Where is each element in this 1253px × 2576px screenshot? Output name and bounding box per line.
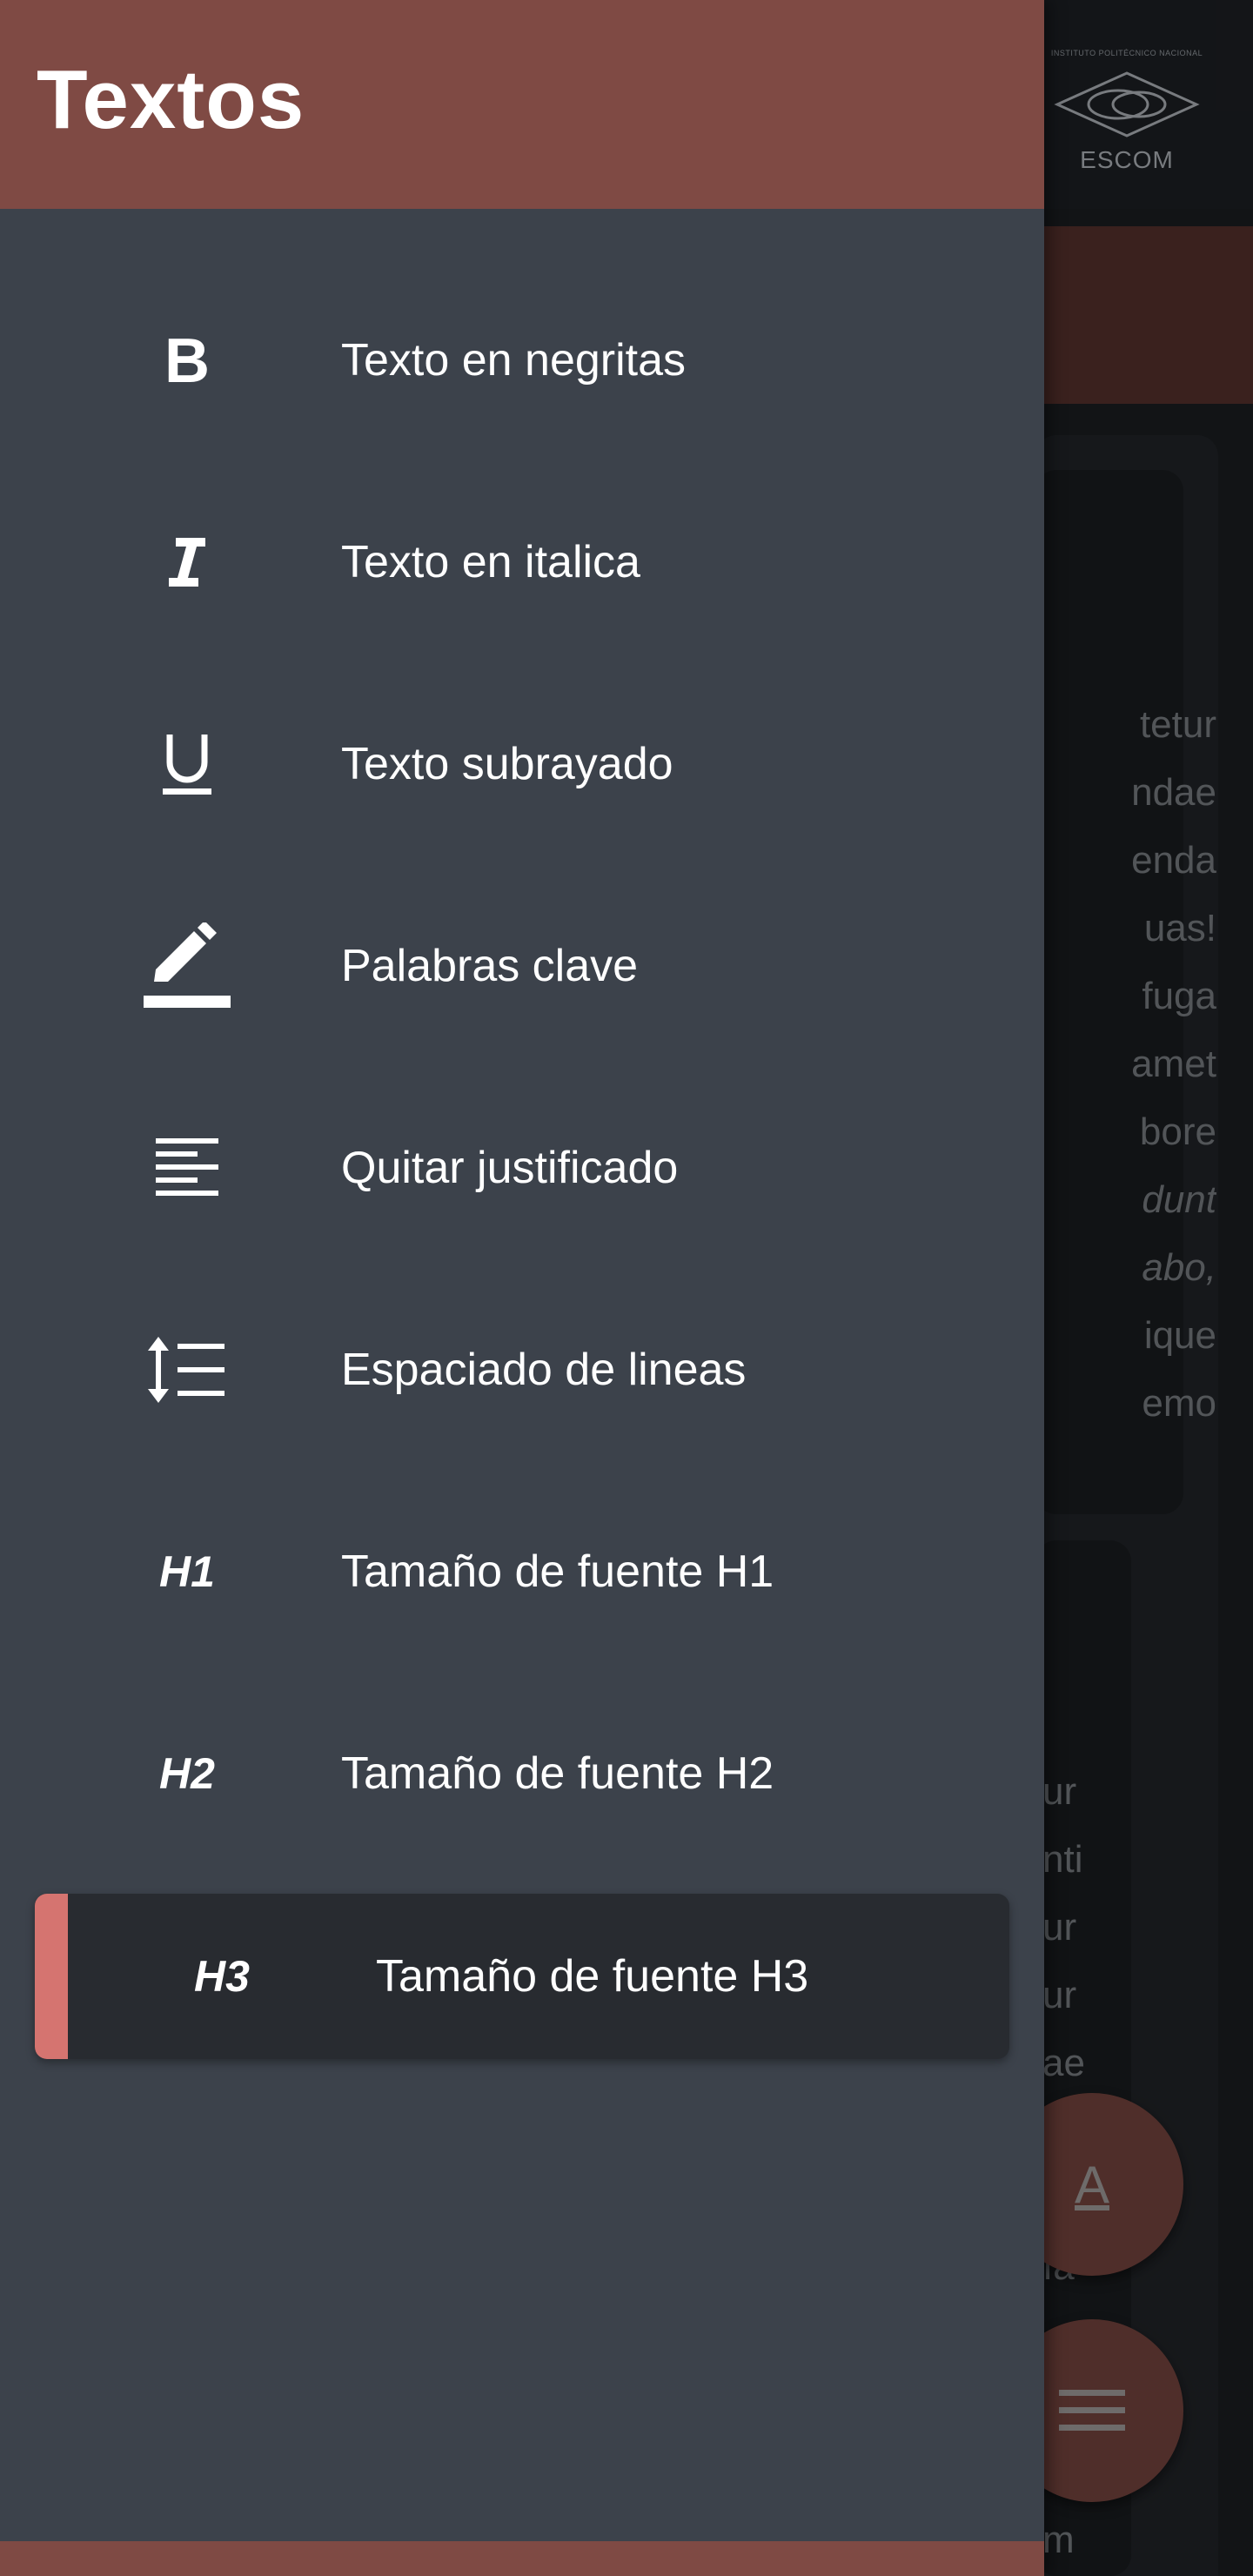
drawer-footer <box>0 2541 1044 2576</box>
menu-item-label: Tamaño de fuente H3 <box>376 1951 809 2002</box>
line-spacing-icon <box>139 1283 235 1457</box>
align-left-icon <box>139 1081 235 1255</box>
h1-icon: H1 <box>159 1547 215 1596</box>
navigation-drawer: Textos B Texto en negritas Texto en ital… <box>0 0 1044 2576</box>
menu-item-bold[interactable]: B Texto en negritas <box>0 273 1044 447</box>
menu-item-h3[interactable]: H3 Tamaño de fuente H3 <box>35 1894 1009 2059</box>
underline-icon <box>139 677 235 851</box>
menu-item-remove-justify[interactable]: Quitar justificado <box>0 1081 1044 1255</box>
menu-item-label: Palabras clave <box>341 941 639 991</box>
menu-item-label: Tamaño de fuente H2 <box>341 1748 774 1799</box>
drawer-header: Textos <box>0 0 1044 209</box>
bold-icon: B <box>139 273 235 447</box>
menu-item-label: Tamaño de fuente H1 <box>341 1546 774 1597</box>
menu-item-underline[interactable]: Texto subrayado <box>0 677 1044 851</box>
menu-item-label: Texto subrayado <box>341 739 673 789</box>
menu-item-label: Texto en italica <box>341 537 640 587</box>
selected-indicator <box>35 1894 68 2059</box>
h2-icon: H2 <box>159 1749 215 1798</box>
drawer-title: Textos <box>37 53 305 146</box>
menu-item-label: Texto en negritas <box>341 335 687 386</box>
h3-icon: H3 <box>194 1952 250 2001</box>
menu-item-label: Quitar justificado <box>341 1143 679 1193</box>
menu-item-h1[interactable]: H1 Tamaño de fuente H1 <box>0 1485 1044 1659</box>
menu-item-line-spacing[interactable]: Espaciado de lineas <box>0 1283 1044 1457</box>
menu-item-h2[interactable]: H2 Tamaño de fuente H2 <box>0 1687 1044 1861</box>
menu-item-italic[interactable]: Texto en italica <box>0 475 1044 649</box>
highlight-pen-icon <box>139 879 235 1053</box>
italic-icon <box>139 475 235 649</box>
menu-item-keywords[interactable]: Palabras clave <box>0 879 1044 1053</box>
menu-item-label: Espaciado de lineas <box>341 1345 747 1395</box>
svg-text:B: B <box>164 332 210 389</box>
